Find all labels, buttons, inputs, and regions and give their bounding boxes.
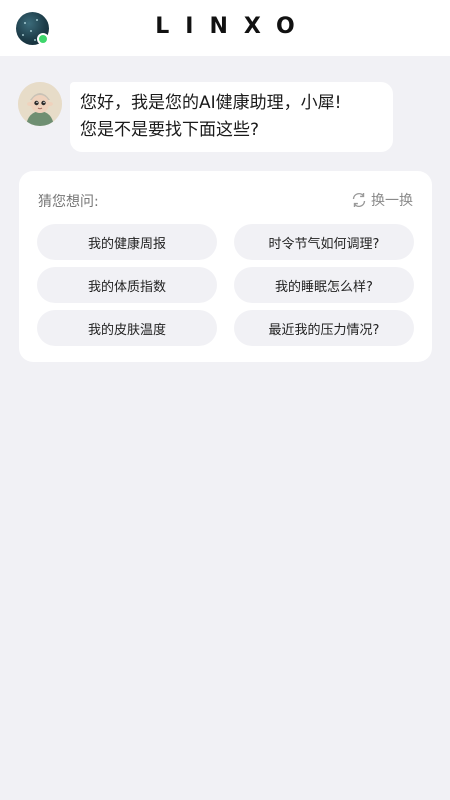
suggestion-chip[interactable]: 时令节气如何调理? — [234, 224, 414, 260]
suggestion-chip[interactable]: 我的健康周报 — [37, 224, 217, 260]
refresh-icon — [352, 192, 366, 208]
suggestions-card: 猜您想问: 换一换 我的健康周报 时令节气如何调理? 我的体质指数 我的睡眠怎么… — [19, 171, 432, 362]
suggestion-chip[interactable]: 最近我的压力情况? — [234, 310, 414, 346]
suggestion-chip[interactable]: 我的体质指数 — [37, 267, 217, 303]
refresh-button[interactable]: 换一换 — [350, 190, 413, 210]
message-line: 您好，我是您的AI健康助理，小犀! — [80, 93, 342, 113]
assistant-avatar-icon[interactable] — [18, 82, 62, 126]
assistant-message-bubble: 您好，我是您的AI健康助理，小犀! 您是不是要找下面这些? — [70, 82, 393, 152]
message-line: 您是不是要找下面这些? — [80, 120, 260, 140]
suggestion-chip[interactable]: 我的睡眠怎么样? — [234, 267, 414, 303]
suggestions-title: 猜您想问: — [38, 194, 99, 210]
suggestion-chip[interactable]: 我的皮肤温度 — [37, 310, 217, 346]
app-header: LINXO — [0, 0, 450, 56]
brand-logo: LINXO — [155, 14, 311, 39]
refresh-label: 换一换 — [371, 193, 413, 209]
